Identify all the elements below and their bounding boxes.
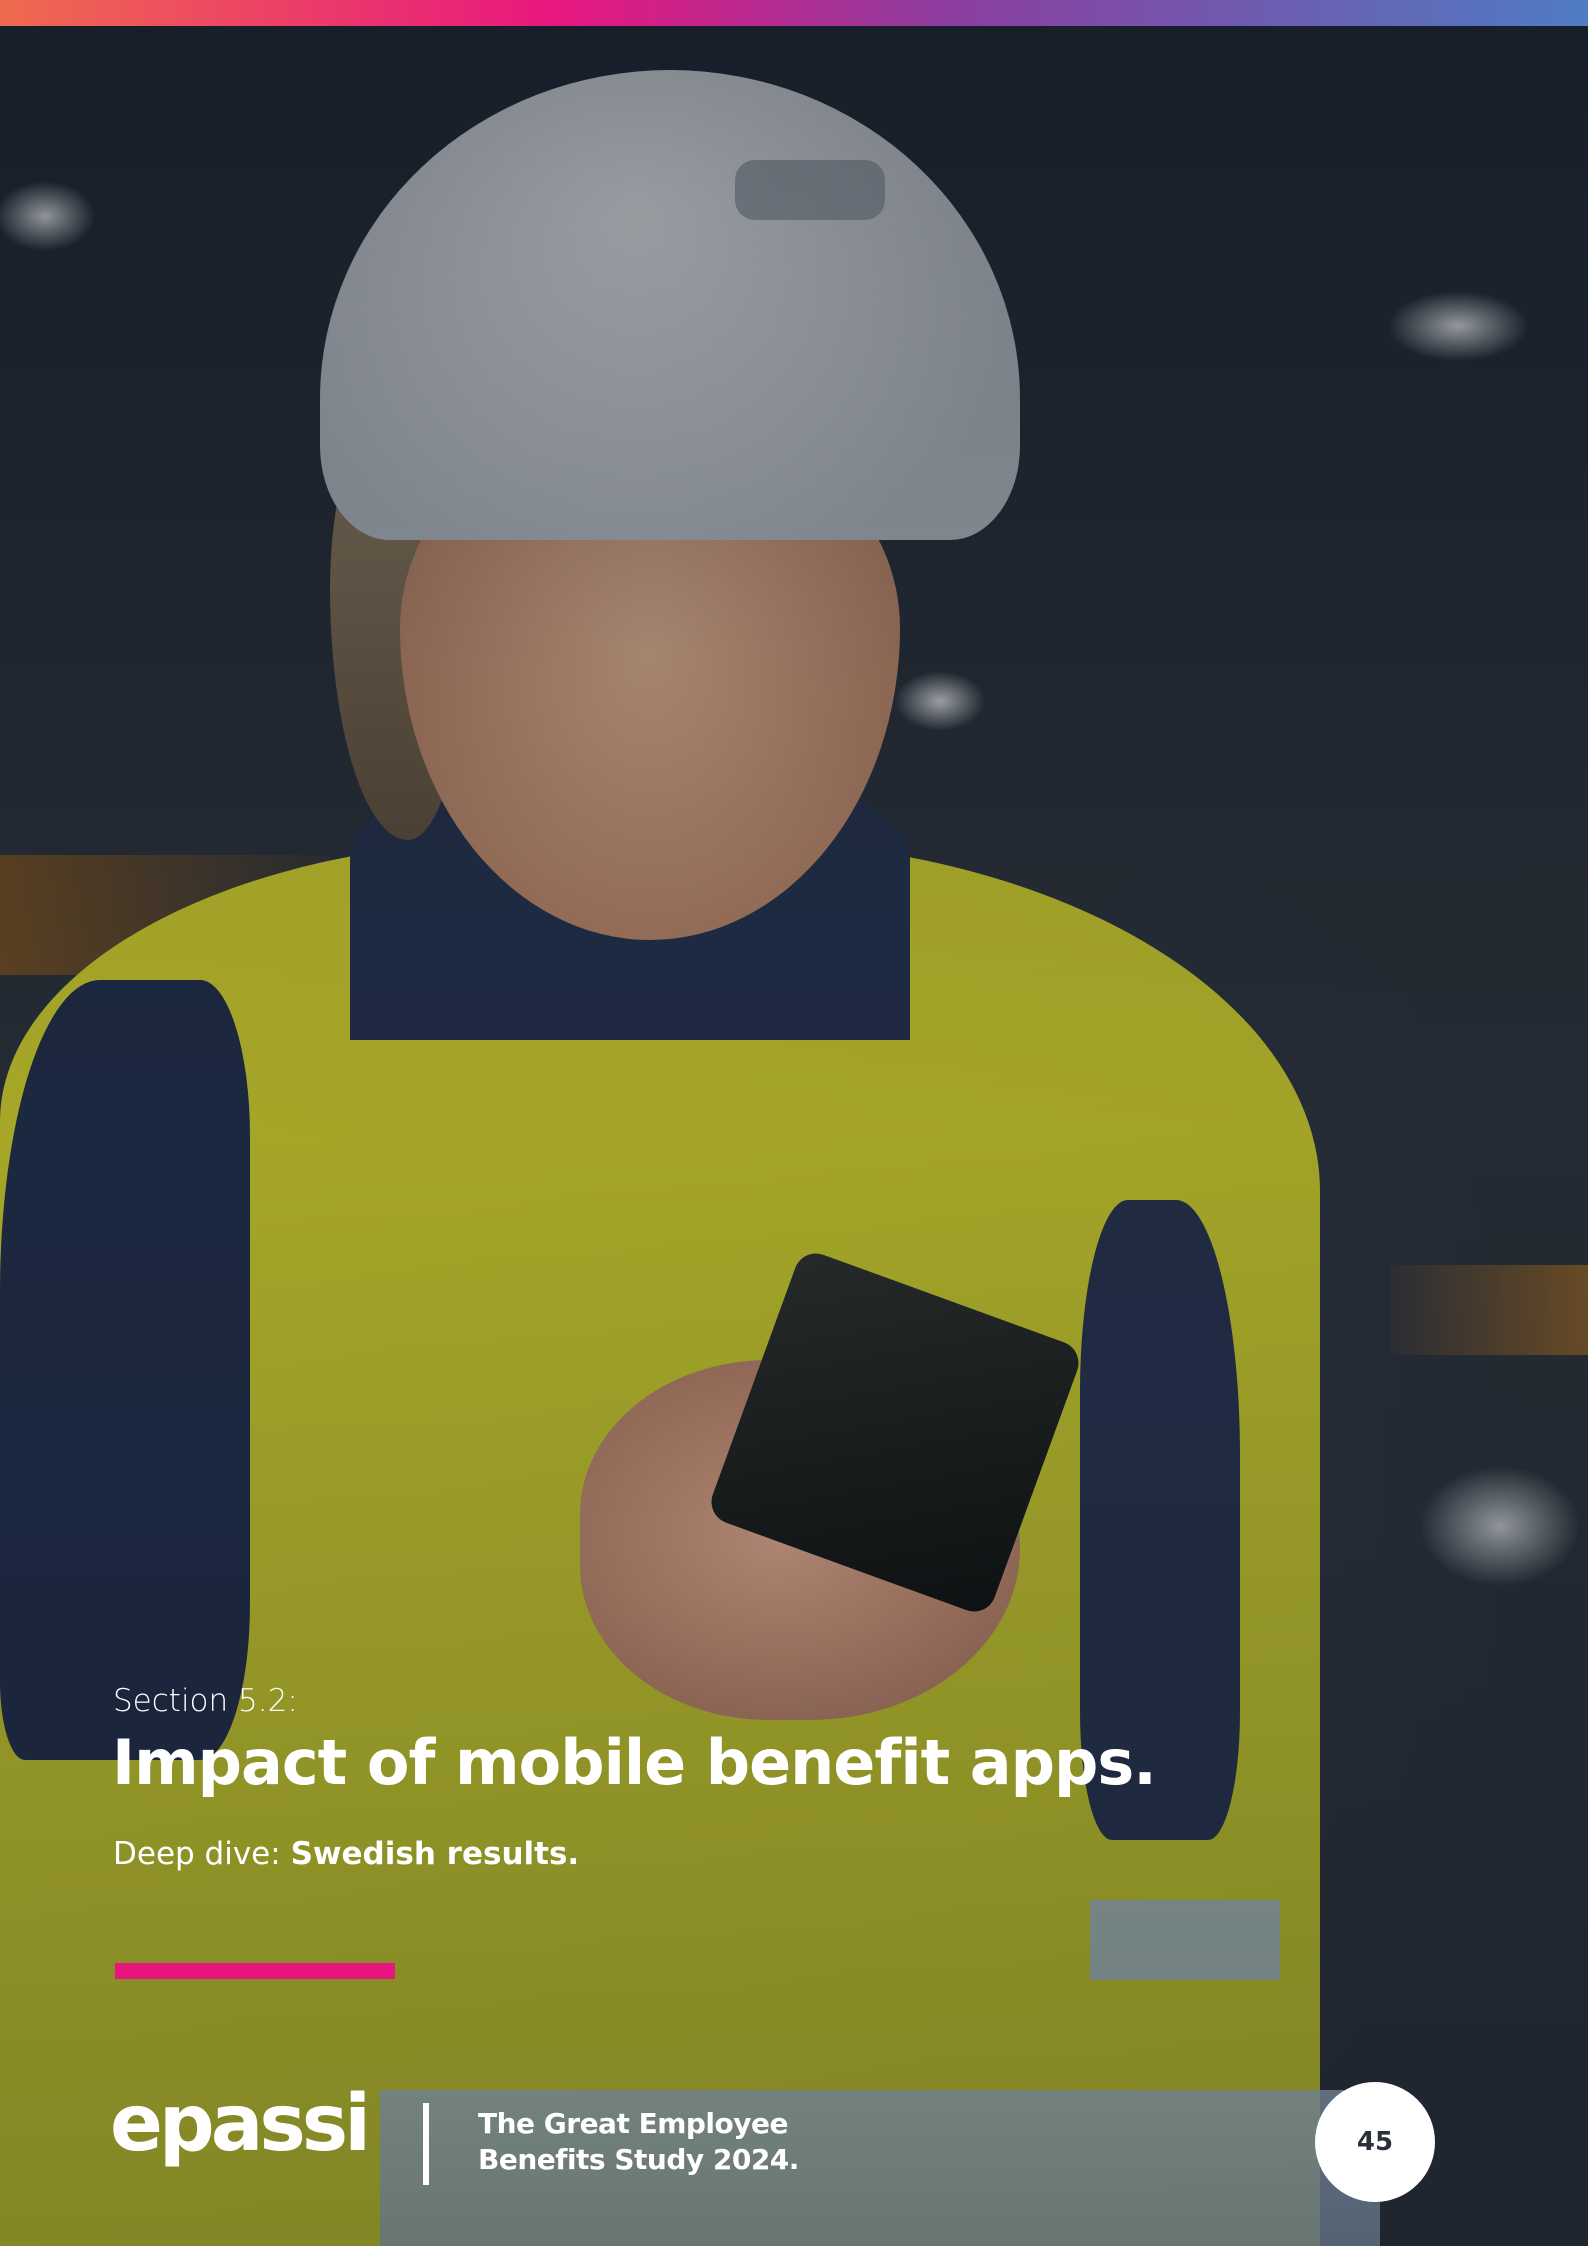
subtitle: Deep dive: Swedish results. xyxy=(113,1836,579,1872)
page-title: Impact of mobile benefit apps. xyxy=(112,1726,1157,1799)
footer-divider xyxy=(423,2103,429,2185)
top-gradient-bar xyxy=(0,0,1588,26)
study-title-line-1: The Great Employee xyxy=(478,2107,789,2140)
section-label: Section 5.2: xyxy=(113,1683,298,1719)
page-number-badge: 45 xyxy=(1315,2082,1435,2202)
subtitle-emphasis: Swedish results. xyxy=(290,1836,580,1872)
epassi-logo: epassi xyxy=(110,2079,371,2169)
accent-divider xyxy=(115,1963,395,1979)
study-title: The Great Employee Benefits Study 2024. xyxy=(478,2106,818,2178)
subtitle-prefix: Deep dive: xyxy=(113,1836,291,1872)
study-title-line-2: Benefits Study 2024. xyxy=(478,2143,799,2176)
photo-overlay xyxy=(0,26,1588,2246)
